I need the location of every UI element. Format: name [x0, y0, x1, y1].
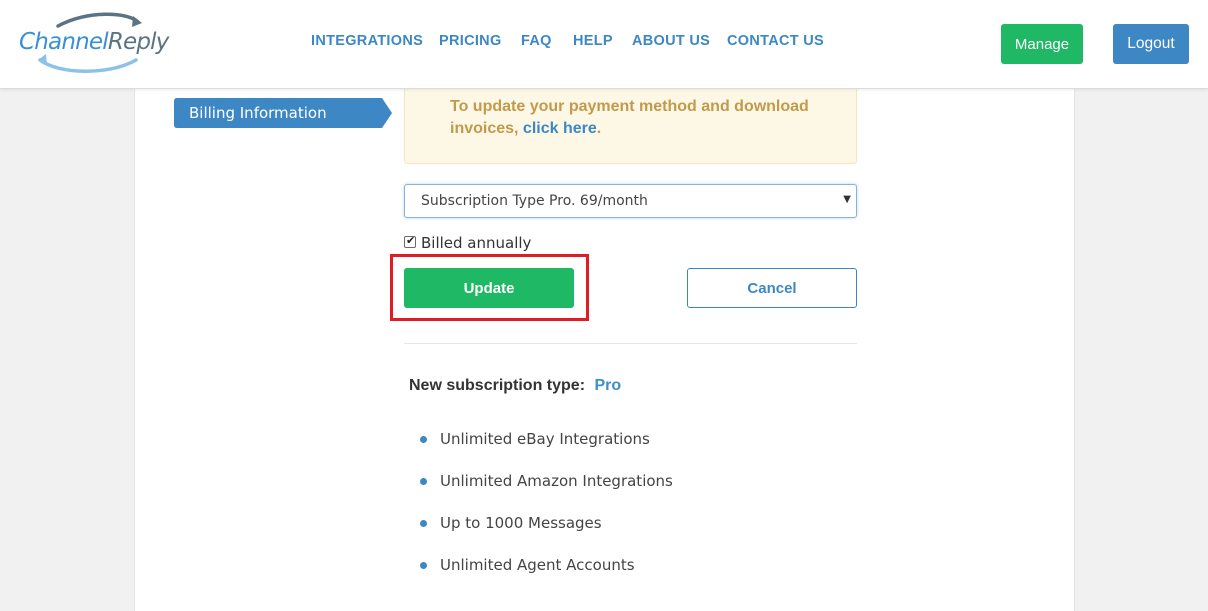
- notice-text: To update your payment method and downlo…: [450, 96, 850, 140]
- billed-annually-label[interactable]: Billed annually: [421, 234, 531, 252]
- checkmark-icon: ✔: [406, 234, 416, 247]
- nav-contact-us[interactable]: CONTACT US: [727, 33, 824, 49]
- new-subscription-type: New subscription type: Pro: [409, 377, 621, 395]
- caret-down-icon: ▼: [843, 194, 851, 205]
- bullet-icon: [420, 436, 427, 443]
- bullet-icon: [420, 478, 427, 485]
- subscription-type-value: Subscription Type Pro. 69/month: [421, 193, 648, 209]
- sidebar-item-billing-information[interactable]: Billing Information: [174, 98, 392, 128]
- notice-message: To update your payment method and downlo…: [450, 98, 809, 137]
- notice-suffix: .: [596, 120, 602, 137]
- section-divider: [404, 343, 857, 344]
- logo-text-reply: Reply: [107, 29, 170, 55]
- feature-text: Unlimited Agent Accounts: [440, 556, 635, 574]
- click-here-link[interactable]: click here: [523, 120, 597, 137]
- content-panel: [134, 89, 1075, 611]
- feature-text: Unlimited eBay Integrations: [440, 430, 650, 448]
- bullet-icon: [420, 520, 427, 527]
- bullet-icon: [420, 562, 427, 569]
- feature-text: Up to 1000 Messages: [440, 514, 602, 532]
- nav-integrations[interactable]: INTEGRATIONS: [311, 33, 423, 49]
- logout-button[interactable]: Logout: [1113, 24, 1189, 64]
- new-subscription-type-value: Pro: [594, 377, 622, 394]
- top-header: ChannelReply INTEGRATIONS PRICING FAQ HE…: [0, 0, 1208, 89]
- payment-notice: To update your payment method and downlo…: [404, 89, 857, 164]
- logo-text: ChannelReply: [19, 29, 169, 55]
- sidebar-item-label: Billing Information: [189, 104, 327, 122]
- nav-pricing[interactable]: PRICING: [439, 33, 502, 49]
- feature-text: Unlimited Amazon Integrations: [440, 472, 673, 490]
- billed-annually-checkbox[interactable]: ✔: [404, 234, 416, 248]
- cancel-button[interactable]: Cancel: [687, 268, 857, 308]
- manage-button[interactable]: Manage: [1001, 24, 1083, 64]
- channelreply-logo[interactable]: ChannelReply: [18, 12, 169, 76]
- nav-faq[interactable]: FAQ: [521, 33, 552, 49]
- nav-about-us[interactable]: ABOUT US: [632, 33, 710, 49]
- update-button[interactable]: Update: [404, 268, 574, 308]
- nav-help[interactable]: HELP: [573, 33, 613, 49]
- logo-text-channel: Channel: [19, 29, 109, 55]
- new-subscription-type-label: New subscription type:: [409, 377, 586, 394]
- subscription-type-select[interactable]: Subscription Type Pro. 69/month ▼: [404, 184, 857, 218]
